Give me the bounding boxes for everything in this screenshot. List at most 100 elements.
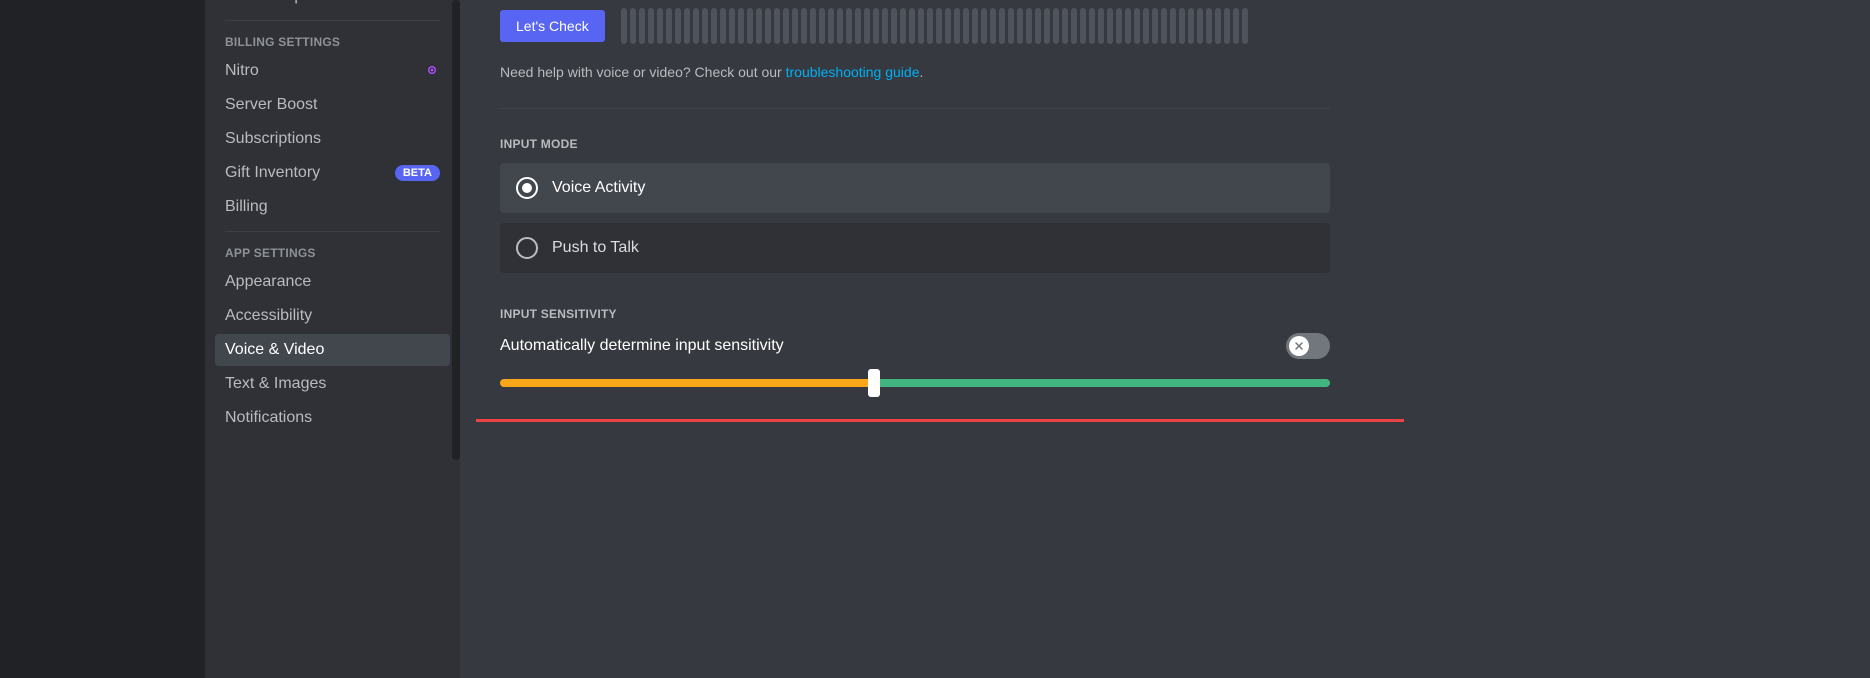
mic-bar <box>900 8 906 44</box>
mic-bar <box>1161 8 1167 44</box>
mic-bar <box>747 8 753 44</box>
sidebar-item-label: Appearance <box>225 272 311 292</box>
sidebar-scrollbar-track[interactable] <box>452 0 460 678</box>
mic-bar <box>882 8 888 44</box>
mic-bar <box>1008 8 1014 44</box>
input-sensitivity-header: Input Sensitivity <box>500 307 1830 321</box>
mic-bar <box>657 8 663 44</box>
input-mode-header: Input Mode <box>500 137 1830 151</box>
auto-sensitivity-row: Automatically determine input sensitivit… <box>500 333 1330 359</box>
sidebar-item-subscriptions[interactable]: Subscriptions <box>215 123 450 155</box>
mic-bar <box>693 8 699 44</box>
radio-label: Push to Talk <box>552 239 639 257</box>
mic-bar <box>1125 8 1131 44</box>
mic-bar <box>1179 8 1185 44</box>
mic-bar <box>1089 8 1095 44</box>
radio-icon <box>516 237 538 259</box>
mic-bar <box>684 8 690 44</box>
mic-bar <box>1017 8 1023 44</box>
mic-bar <box>855 8 861 44</box>
sidebar-item-appearance[interactable]: Appearance <box>215 266 450 298</box>
mic-bar <box>666 8 672 44</box>
mic-bar <box>783 8 789 44</box>
mic-bar <box>990 8 996 44</box>
help-text-prefix: Need help with voice or video? Check out… <box>500 64 786 80</box>
mic-bar <box>891 8 897 44</box>
sidebar-item-label: Gift Inventory <box>225 163 320 183</box>
mic-bar <box>954 8 960 44</box>
sidebar-item-nitro[interactable]: Nitro <box>215 55 450 87</box>
slider-handle[interactable] <box>868 369 880 397</box>
sidebar-item-gift-inventory[interactable]: Gift Inventory Beta <box>215 157 450 189</box>
mic-bar <box>1026 8 1032 44</box>
mic-bar <box>1224 8 1230 44</box>
help-text: Need help with voice or video? Check out… <box>500 64 1830 80</box>
mic-bar <box>936 8 942 44</box>
mic-bar <box>1134 8 1140 44</box>
beta-badge: Beta <box>395 165 440 181</box>
mic-bar <box>621 8 627 44</box>
mic-bar <box>846 8 852 44</box>
mic-bar <box>630 8 636 44</box>
mic-bar <box>837 8 843 44</box>
sidebar-item-friend-requests[interactable]: Friend requests <box>215 0 450 12</box>
mic-bar <box>675 8 681 44</box>
sidebar-item-text-images[interactable]: Text & Images <box>215 368 450 400</box>
mic-bar <box>1116 8 1122 44</box>
mic-bar <box>774 8 780 44</box>
mic-level-meter <box>621 8 1341 44</box>
mic-bar <box>756 8 762 44</box>
sidebar-category-app: App Settings <box>215 240 450 266</box>
sidebar-item-notifications[interactable]: Notifications <box>215 402 450 434</box>
sidebar-item-accessibility[interactable]: Accessibility <box>215 300 450 332</box>
sensitivity-slider[interactable] <box>500 379 1330 387</box>
sidebar-item-label: Accessibility <box>225 306 312 326</box>
sidebar-category-billing: Billing Settings <box>215 29 450 55</box>
radio-push-to-talk[interactable]: Push to Talk <box>500 223 1330 273</box>
radio-icon <box>516 177 538 199</box>
close-icon <box>1293 340 1305 352</box>
sidebar-item-label: Subscriptions <box>225 129 321 149</box>
mic-bar <box>999 8 1005 44</box>
mic-bar <box>720 8 726 44</box>
sidebar-divider <box>225 20 440 21</box>
radio-label: Voice Activity <box>552 179 645 197</box>
mic-bar <box>1098 8 1104 44</box>
left-gutter <box>0 0 205 678</box>
sidebar-scrollbar-thumb[interactable] <box>452 0 460 460</box>
mic-bar <box>963 8 969 44</box>
mic-bar <box>1215 8 1221 44</box>
mic-bar <box>801 8 807 44</box>
sidebar-item-server-boost[interactable]: Server Boost <box>215 89 450 121</box>
mic-bar <box>729 8 735 44</box>
mic-bar <box>1152 8 1158 44</box>
mic-bar <box>828 8 834 44</box>
mic-bar <box>873 8 879 44</box>
mic-bar <box>648 8 654 44</box>
mic-bar <box>1242 8 1248 44</box>
mic-bar <box>981 8 987 44</box>
sidebar-item-voice-video[interactable]: Voice & Video <box>215 334 450 366</box>
mic-bar <box>1053 8 1059 44</box>
mic-bar <box>702 8 708 44</box>
sidebar-item-label: Notifications <box>225 408 312 428</box>
auto-sensitivity-toggle[interactable] <box>1286 333 1330 359</box>
mic-bar <box>1233 8 1239 44</box>
mic-bar <box>810 8 816 44</box>
lets-check-button[interactable]: Let's Check <box>500 10 605 42</box>
radio-voice-activity[interactable]: Voice Activity <box>500 163 1330 213</box>
mic-bar <box>864 8 870 44</box>
settings-sidebar: Friend requests Billing Settings Nitro S… <box>205 0 460 678</box>
mic-bar <box>1080 8 1086 44</box>
mic-bar <box>1035 8 1041 44</box>
mic-bar <box>792 8 798 44</box>
sidebar-item-billing[interactable]: Billing <box>215 191 450 223</box>
toggle-knob <box>1289 336 1309 356</box>
mic-bar <box>1143 8 1149 44</box>
help-text-suffix: . <box>920 64 924 80</box>
mic-bar <box>1188 8 1194 44</box>
sidebar-item-label: Server Boost <box>225 95 317 115</box>
sidebar-item-label: Voice & Video <box>225 340 324 360</box>
red-divider <box>476 419 1404 422</box>
troubleshooting-link[interactable]: troubleshooting guide <box>786 64 920 80</box>
